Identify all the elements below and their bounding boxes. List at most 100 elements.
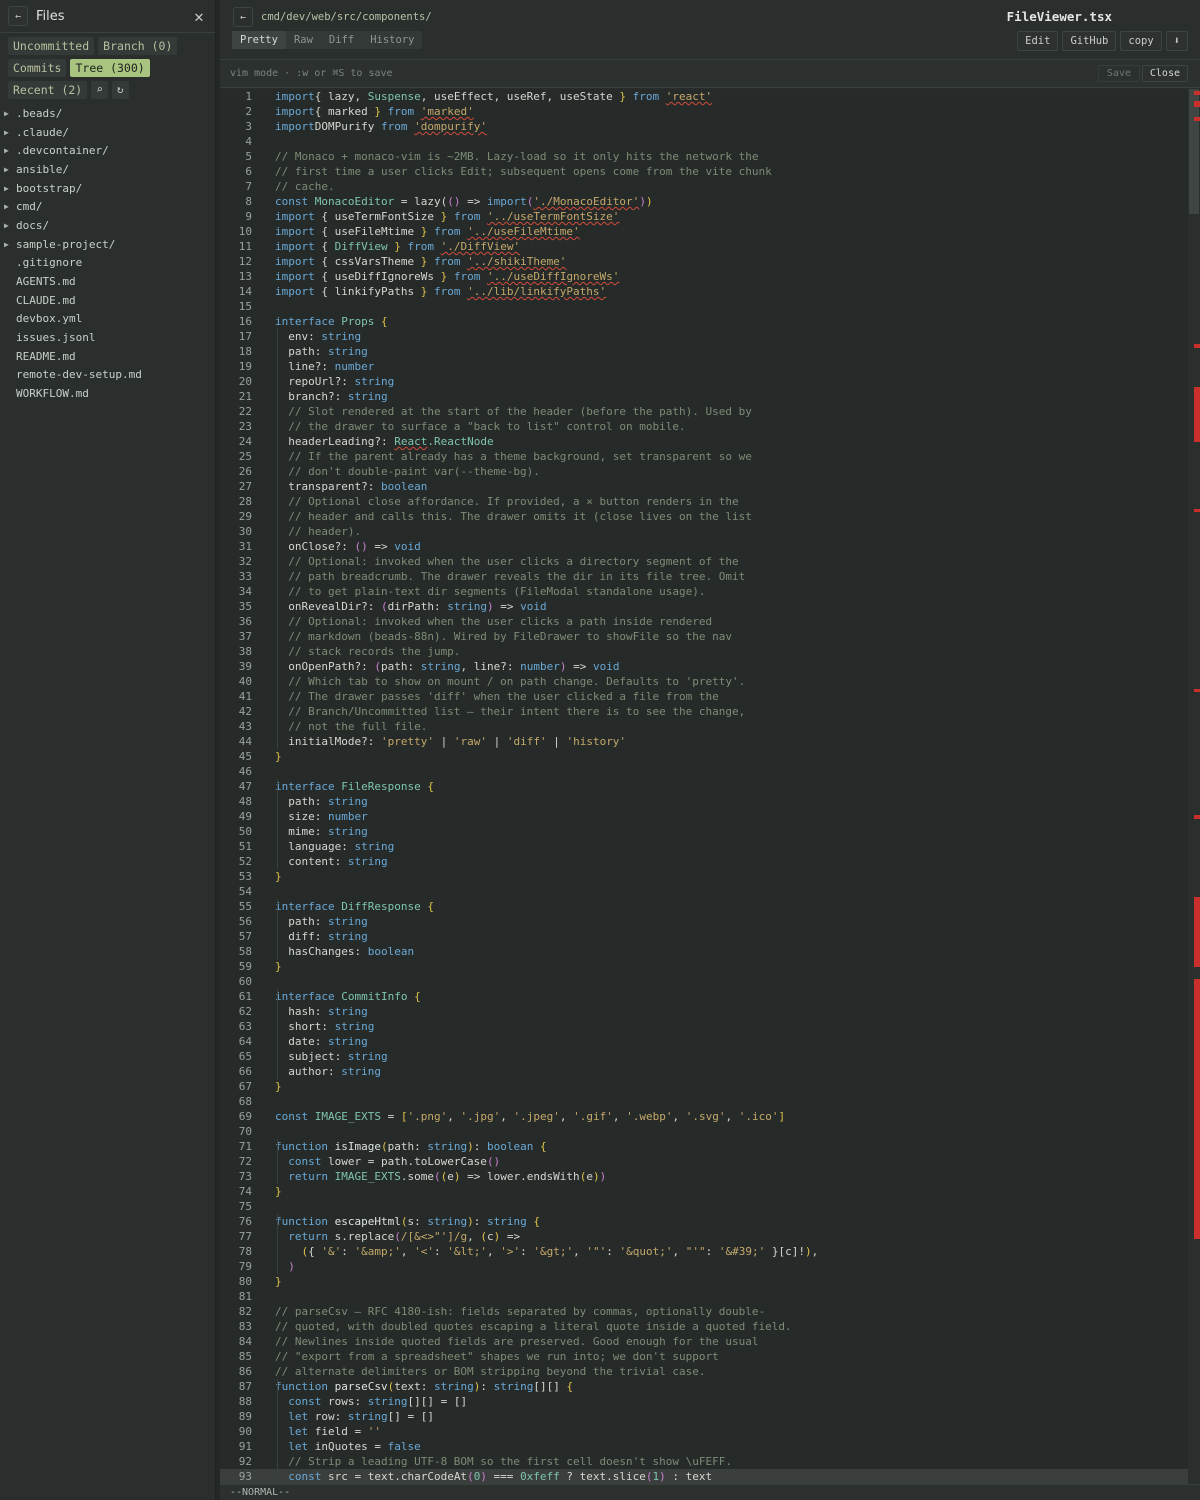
tree-folder[interactable]: ▶ bootstrap/ <box>0 179 216 198</box>
refresh-icon[interactable]: ↻ <box>111 81 129 99</box>
code-line: 13 import { useDiffIgnoreWs } from '../us… <box>220 269 1200 284</box>
tab-history[interactable]: History <box>362 31 422 49</box>
code-line: 75 <box>220 1199 1200 1214</box>
code-text: // header). <box>275 525 362 538</box>
code-line: 32 // Optional: invoked when the user cl… <box>220 554 1200 569</box>
code-line: 66 author: string <box>220 1064 1200 1079</box>
line-number: 75 <box>238 1200 252 1213</box>
line-number: 66 <box>238 1065 252 1078</box>
tree-file[interactable]: issues.jsonl <box>0 328 216 347</box>
line-number: 35 <box>238 600 252 613</box>
line-number: 68 <box>238 1095 252 1108</box>
tree-folder[interactable]: ▶ docs/ <box>0 216 216 235</box>
path-back-button[interactable]: ← <box>233 7 253 27</box>
code-text: diff: string <box>275 930 368 943</box>
code-line: 82 // parseCsv — RFC 4180-ish: fields sep… <box>220 1304 1200 1319</box>
tree-file[interactable]: .gitignore <box>0 254 216 273</box>
copy-button[interactable]: copy <box>1120 31 1162 51</box>
code-line: 46 <box>220 764 1200 779</box>
tree-file[interactable]: AGENTS.md <box>0 272 216 291</box>
code-text: line?: number <box>275 360 375 373</box>
tree-folder[interactable]: ▶ cmd/ <box>0 197 216 216</box>
close-icon[interactable]: ✕ <box>191 7 207 26</box>
code-text: // If the parent already has a theme bac… <box>275 450 752 463</box>
tab-pretty[interactable]: Pretty <box>232 31 286 49</box>
tree-folder[interactable]: ▶ .beads/ <box>0 104 216 123</box>
line-number: 59 <box>238 960 252 973</box>
save-button[interactable]: Save <box>1097 65 1140 82</box>
code-text: // to get plain-text dir segments (FileM… <box>275 585 706 598</box>
indent-guide <box>277 1379 278 1484</box>
code-line: 61 interface CommitInfo { <box>220 989 1200 1004</box>
chip-commits[interactable]: Commits <box>8 59 67 77</box>
tree-folder[interactable]: ▶ sample-project/ <box>0 235 216 254</box>
code-line: 79 ) <box>220 1259 1200 1274</box>
github-button[interactable]: GitHub <box>1062 31 1117 51</box>
line-number: 76 <box>238 1215 252 1228</box>
tree-file[interactable]: CLAUDE.md <box>0 291 216 310</box>
view-tabs: Pretty Raw Diff History <box>232 31 423 49</box>
code-text: const rows: string[][] = [] <box>275 1395 468 1408</box>
scrollbar-thumb[interactable] <box>1189 89 1199 214</box>
code-line: 27 transparent?: boolean <box>220 479 1200 494</box>
code-text: let row: string[] = [] <box>275 1410 434 1423</box>
tree-file[interactable]: WORKFLOW.md <box>0 384 216 403</box>
tree-file[interactable]: remote-dev-setup.md <box>0 366 216 385</box>
breadcrumb[interactable]: cmd/dev/web/src/components/ <box>261 11 432 23</box>
tree-folder[interactable]: ▶ ansible/ <box>0 160 216 179</box>
code-text: // Monaco + monaco-vim is ~2MB. Lazy-loa… <box>275 150 759 163</box>
close-button[interactable]: Close <box>1141 65 1188 82</box>
tree-item-label: ansible/ <box>16 162 69 176</box>
code-line: 11 import { DiffView } from './DiffView' <box>220 239 1200 254</box>
tree-folder[interactable]: ▶ .devcontainer/ <box>0 141 216 160</box>
line-number: 11 <box>238 240 252 253</box>
code-line: 80} <box>220 1274 1200 1289</box>
chevron-right-icon: ▶ <box>4 183 9 193</box>
code-line: 7 // cache. <box>220 179 1200 194</box>
chip-branch[interactable]: Branch (0) <box>98 37 178 55</box>
sidebar-back-button[interactable]: ← <box>8 6 28 26</box>
indent-guide <box>277 779 278 869</box>
editor-scrollbar[interactable] <box>1188 89 1200 1484</box>
code-text: } <box>275 750 282 763</box>
code-editor[interactable]: 1 import{ lazy, Suspense, useEffect, useR… <box>220 89 1200 1484</box>
line-number: 78 <box>238 1245 252 1258</box>
line-number: 70 <box>238 1125 252 1138</box>
line-number: 18 <box>238 345 252 358</box>
code-text: path: string <box>275 915 368 928</box>
tree-file[interactable]: README.md <box>0 347 216 366</box>
code-line: 3 importDOMPurify from 'dompurify' <box>220 119 1200 134</box>
chip-tree[interactable]: Tree (300) <box>70 59 150 77</box>
tab-diff[interactable]: Diff <box>321 31 362 49</box>
edit-button[interactable]: Edit <box>1017 31 1059 51</box>
line-number: 47 <box>238 780 252 793</box>
code-line: 33 // path breadcrumb. The drawer reveal… <box>220 569 1200 584</box>
indent-guide <box>277 329 278 749</box>
tree-item-label: sample-project/ <box>16 237 116 251</box>
chip-recent[interactable]: Recent (2) <box>8 81 88 99</box>
download-icon[interactable]: ⬇ <box>1165 31 1188 51</box>
line-number: 74 <box>238 1185 252 1198</box>
tree-file[interactable]: devbox.yml <box>0 310 216 329</box>
code-text: mime: string <box>275 825 368 838</box>
code-text: const IMAGE_EXTS = ['.png', '.jpg', '.jp… <box>275 1110 786 1123</box>
code-text: // not the full file. <box>275 720 428 733</box>
code-line: 51 language: string <box>220 839 1200 854</box>
code-text: import { useTermFontSize } from '../useT… <box>275 210 620 223</box>
code-text: headerLeading?: React.ReactNode <box>275 435 494 448</box>
code-line: 40 // Which tab to show on mount / on pa… <box>220 674 1200 689</box>
line-number: 20 <box>238 375 252 388</box>
line-number: 91 <box>238 1440 252 1453</box>
tab-raw[interactable]: Raw <box>286 31 321 49</box>
line-number: 46 <box>238 765 252 778</box>
chip-uncommitted[interactable]: Uncommitted <box>8 37 95 55</box>
code-line: 89 let row: string[] = [] <box>220 1409 1200 1424</box>
line-number: 63 <box>238 1020 252 1033</box>
line-number: 40 <box>238 675 252 688</box>
code-text: } <box>275 1080 282 1093</box>
tree-folder[interactable]: ▶ .claude/ <box>0 123 216 142</box>
search-icon[interactable]: ⌕ <box>91 81 108 99</box>
chevron-right-icon: ▶ <box>4 220 9 230</box>
code-text: size: number <box>275 810 368 823</box>
